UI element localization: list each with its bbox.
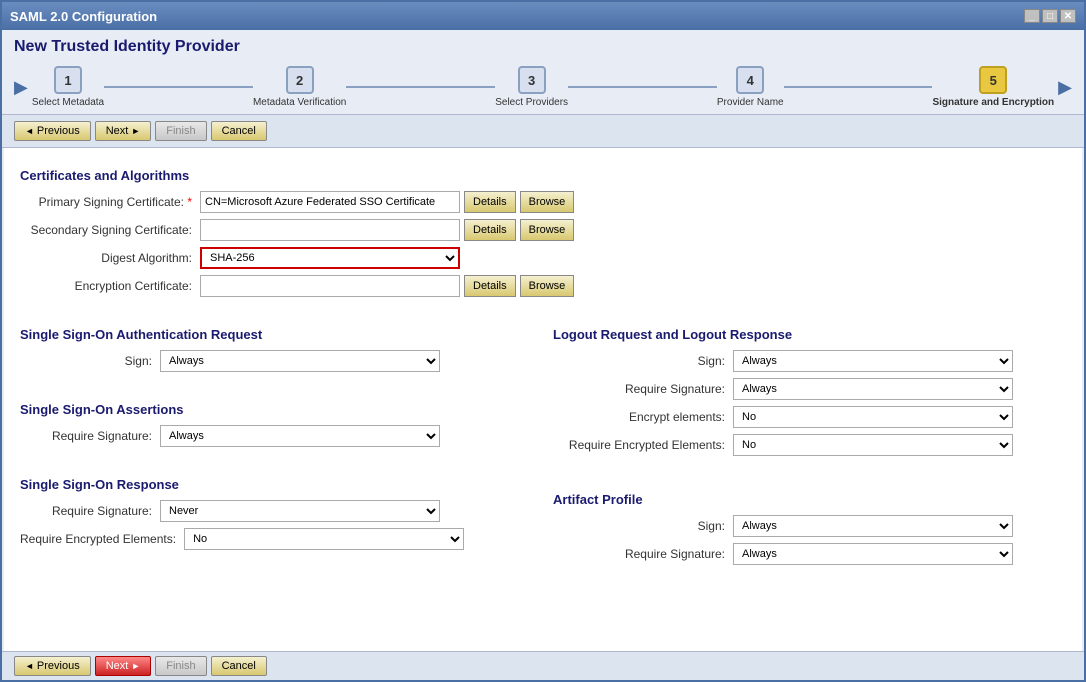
window-title: SAML 2.0 Configuration [10,9,157,24]
top-toolbar: Previous Next Finish Cancel [2,114,1084,148]
logout-sign-row: Sign: Always As Needed Never [553,350,1066,372]
top-cancel-button[interactable]: Cancel [211,121,267,141]
wizard-step-2[interactable]: 2 Metadata Verification [253,66,346,108]
step-3-circle: 3 [518,66,546,94]
main-window: SAML 2.0 Configuration _ □ ✕ New Trusted… [0,0,1086,682]
bottom-finish-button[interactable]: Finish [155,656,206,676]
logout-enc-select[interactable]: No Yes [733,406,1013,428]
encryption-cert-browse-button[interactable]: Browse [520,275,575,297]
step-line-1 [104,86,253,88]
sso-resp-req-sig-row: Require Signature: Never Always As Neede… [20,500,533,522]
primary-cert-label: Primary Signing Certificate: [20,195,200,209]
top-finish-button[interactable]: Finish [155,121,206,141]
artifact-req-sig-row: Require Signature: Always As Needed Neve… [553,543,1066,565]
artifact-sign-select[interactable]: Always As Needed Never [733,515,1013,537]
step-2-circle: 2 [286,66,314,94]
bottom-next-button[interactable]: Next [95,656,152,676]
logout-req-sig-select[interactable]: Always As Needed Never [733,378,1013,400]
artifact-sign-row: Sign: Always As Needed Never [553,515,1066,537]
wizard-step-5[interactable]: 5 Signature and Encryption [932,66,1054,108]
encryption-cert-label: Encryption Certificate: [20,279,200,293]
sso-sign-label: Sign: [20,354,160,368]
sso-assert-title: Single Sign-On Assertions [20,402,533,417]
logout-req-sig-row: Require Signature: Always As Needed Neve… [553,378,1066,400]
sso-resp-req-sig-select[interactable]: Never Always As Needed [160,500,440,522]
sso-assert-req-sig-select[interactable]: Always As Needed Never [160,425,440,447]
step-5-circle: 5 [979,66,1007,94]
secondary-cert-label: Secondary Signing Certificate: [20,223,200,237]
logout-req-enc-row: Require Encrypted Elements: No Yes [553,434,1066,456]
secondary-cert-browse-button[interactable]: Browse [520,219,575,241]
sso-assert-req-sig-row: Require Signature: Always As Needed Neve… [20,425,533,447]
close-button[interactable]: ✕ [1060,9,1076,23]
sso-resp-title: Single Sign-On Response [20,477,533,492]
right-column: Logout Request and Logout Response Sign:… [553,317,1066,571]
sso-auth-title: Single Sign-On Authentication Request [20,327,533,342]
title-bar-controls: _ □ ✕ [1024,9,1076,23]
step-line-4 [784,86,933,88]
sso-resp-req-enc-row: Require Encrypted Elements: No Yes [20,528,533,550]
wizard-step-4[interactable]: 4 Provider Name [717,66,784,108]
wizard-steps: ▶ 1 Select Metadata 2 Metadata Verificat… [2,60,1084,114]
primary-cert-row: Primary Signing Certificate: Details Bro… [20,191,1066,213]
wizard-end-arrow: ▶ [1058,77,1072,98]
logout-req-enc-label: Require Encrypted Elements: [553,438,733,452]
sso-resp-req-sig-label: Require Signature: [20,504,160,518]
bottom-previous-button[interactable]: Previous [14,656,91,676]
step-4-circle: 4 [736,66,764,94]
logout-title: Logout Request and Logout Response [553,327,1066,342]
encryption-cert-input[interactable] [200,275,460,297]
sso-sign-select[interactable]: Always As Needed Never [160,350,440,372]
secondary-cert-details-button[interactable]: Details [464,219,516,241]
encryption-cert-details-button[interactable]: Details [464,275,516,297]
sso-sign-row: Sign: Always As Needed Never [20,350,533,372]
primary-cert-details-button[interactable]: Details [464,191,516,213]
wizard-start-arrow: ▶ [14,77,28,98]
secondary-cert-input[interactable] [200,219,460,241]
digest-select[interactable]: SHA-256 SHA-1 SHA-384 SHA-512 [200,247,460,269]
primary-cert-browse-button[interactable]: Browse [520,191,575,213]
step-2-label: Metadata Verification [253,97,346,108]
sso-resp-req-enc-label: Require Encrypted Elements: [20,532,184,546]
sso-resp-req-enc-select[interactable]: No Yes [184,528,464,550]
artifact-sign-label: Sign: [553,519,733,533]
artifact-req-sig-label: Require Signature: [553,547,733,561]
logout-req-sig-label: Require Signature: [553,382,733,396]
digest-label: Digest Algorithm: [20,251,200,265]
bottom-toolbar: Previous Next Finish Cancel [2,651,1084,680]
primary-cert-input[interactable] [200,191,460,213]
title-bar: SAML 2.0 Configuration _ □ ✕ [2,2,1084,30]
secondary-cert-row: Secondary Signing Certificate: Details B… [20,219,1066,241]
step-5-label: Signature and Encryption [932,97,1054,108]
logout-req-enc-select[interactable]: No Yes [733,434,1013,456]
logout-sign-label: Sign: [553,354,733,368]
artifact-title: Artifact Profile [553,492,1066,507]
section-cert-title: Certificates and Algorithms [20,168,1066,183]
sso-assert-req-sig-label: Require Signature: [20,429,160,443]
bottom-cancel-button[interactable]: Cancel [211,656,267,676]
form-area: Certificates and Algorithms Primary Sign… [4,148,1082,651]
top-next-button[interactable]: Next [95,121,152,141]
wizard-step-3[interactable]: 3 Select Providers [495,66,568,108]
logout-sign-select[interactable]: Always As Needed Never [733,350,1013,372]
left-column: Single Sign-On Authentication Request Si… [20,317,533,571]
digest-row: Digest Algorithm: SHA-256 SHA-1 SHA-384 … [20,247,1066,269]
minimize-button[interactable]: _ [1024,9,1040,23]
step-line-2 [346,86,495,88]
logout-enc-label: Encrypt elements: [553,410,733,424]
top-previous-button[interactable]: Previous [14,121,91,141]
step-1-circle: 1 [54,66,82,94]
two-col-section: Single Sign-On Authentication Request Si… [20,317,1066,571]
page-title: New Trusted Identity Provider [2,30,1084,60]
step-1-label: Select Metadata [32,97,104,108]
encryption-cert-row: Encryption Certificate: Details Browse [20,275,1066,297]
content-area: New Trusted Identity Provider ▶ 1 Select… [2,30,1084,680]
artifact-req-sig-select[interactable]: Always As Needed Never [733,543,1013,565]
step-line-3 [568,86,717,88]
step-3-label: Select Providers [495,97,568,108]
wizard-step-1[interactable]: 1 Select Metadata [32,66,104,108]
step-4-label: Provider Name [717,97,784,108]
maximize-button[interactable]: □ [1042,9,1058,23]
logout-enc-row: Encrypt elements: No Yes [553,406,1066,428]
